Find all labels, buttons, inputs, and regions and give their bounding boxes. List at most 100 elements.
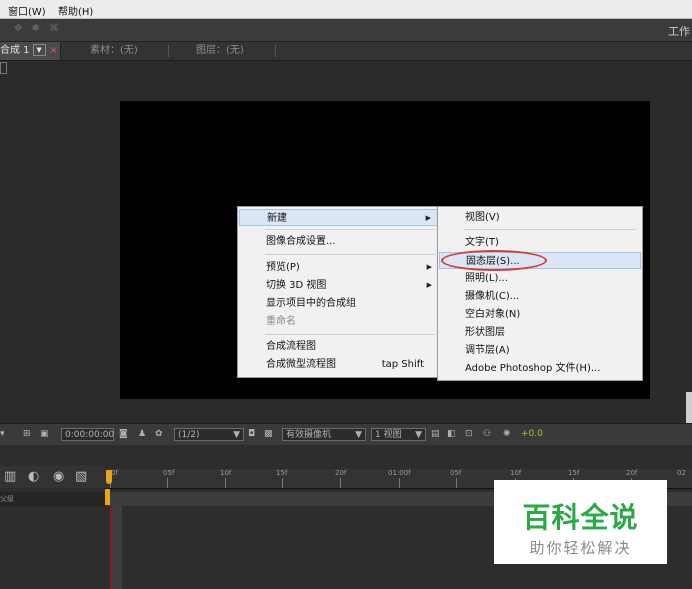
new-submenu: 视图(V) 文字(T) 固态层(S)... 照明(L)... 摄像机(C)...… <box>437 206 643 381</box>
views-value: 1 视图 <box>375 430 402 440</box>
chevron-down-icon[interactable]: ▾ <box>0 428 5 441</box>
chevron-down-icon: ▼ <box>233 430 240 440</box>
flowchart-icon[interactable]: ⚇ <box>483 428 491 441</box>
chevron-down-icon: ▼ <box>415 430 422 440</box>
draft-3d-icon[interactable]: ▥ <box>4 469 16 484</box>
ruler-label: 01:00f <box>388 469 411 477</box>
submenu-arrow-icon: ▶ <box>426 281 432 289</box>
menu-separator <box>265 254 435 255</box>
menu-item-label: 重命名 <box>266 316 296 327</box>
menu-separator <box>464 229 636 230</box>
region-icon[interactable]: ▣ <box>40 428 49 441</box>
menu-item-comp-settings[interactable]: 图像合成设置... <box>239 233 438 250</box>
watermark-subtitle: 助你轻松解决 <box>529 539 632 557</box>
watermark-logo: 百科全说 助你轻松解决 <box>494 480 667 564</box>
motion-blur-icon[interactable]: ◐ <box>28 469 39 484</box>
toolbar: ✥ ✱ ⌘ 工作 <box>0 19 692 42</box>
submenu-item-light[interactable]: 照明(L)... <box>439 270 641 287</box>
ruler-label: 05f <box>163 469 175 477</box>
ruler-label: 10f <box>220 469 232 477</box>
timecode-display[interactable]: 0:00:00:00 <box>61 428 114 441</box>
camera-value: 有效摄像机 <box>286 430 332 440</box>
menu-help[interactable]: 帮助(H) <box>58 3 93 18</box>
submenu-arrow-icon: ▶ <box>425 214 431 222</box>
resolution-value: (1/2) <box>178 430 200 440</box>
timeline-tools: ▥ ◐ ◉ ▧ <box>0 466 105 488</box>
menu-item-new[interactable]: 新建 ▶ <box>239 209 438 226</box>
ruler-label: 20f <box>626 469 638 477</box>
snapshot-camera-icon[interactable]: ◙ <box>119 428 128 441</box>
color-channels-icon[interactable]: ✿ <box>155 428 163 441</box>
menu-window[interactable]: 窗口(W) <box>8 3 46 18</box>
show-snapshot-icon[interactable]: ♟ <box>138 428 146 441</box>
camera-select[interactable]: 有效摄像机 ▼ <box>282 428 366 441</box>
grid-icon[interactable]: ⊞ <box>23 428 31 441</box>
menu-item-switch-3d[interactable]: 切换 3D 视图 ▶ <box>239 277 438 294</box>
parent-column-header: 父级 <box>0 492 105 506</box>
workspace-label[interactable]: 工作 <box>668 23 690 39</box>
ruler-tick <box>282 478 283 488</box>
tab-layer[interactable]: 图层：(无) <box>196 42 244 60</box>
menu-item-reveal-comp[interactable]: 显示项目中的合成组 <box>239 295 438 312</box>
tool-icons[interactable]: ✥ ✱ ⌘ <box>14 23 62 34</box>
timeline-icon[interactable]: ⊡ <box>465 428 473 441</box>
ruler-label: 15f <box>276 469 288 477</box>
watermark-title: 百科全说 <box>522 501 639 534</box>
submenu-item-viewer[interactable]: 视图(V) <box>439 209 641 226</box>
menu-item-preview[interactable]: 预览(P) ▶ <box>239 259 438 276</box>
chevron-down-icon[interactable]: ▼ <box>32 44 46 56</box>
menu-item-rename: 重命名 <box>239 313 438 330</box>
ruler-label: 05f <box>450 469 462 477</box>
menu-item-mini-flowchart[interactable]: 合成微型流程图 tap Shift <box>239 356 438 373</box>
viewer-toggle-button[interactable] <box>0 62 7 74</box>
tab-composition-label: 合成 1 <box>0 45 30 56</box>
parent-column-label: 父级 <box>0 495 14 503</box>
views-select[interactable]: 1 视图 ▼ <box>371 428 426 441</box>
toggle-pixel-aspect-icon[interactable]: ▤ <box>431 428 440 441</box>
timeline-track <box>112 506 122 589</box>
menu-item-label: 合成流程图 <box>266 341 316 352</box>
menu-item-label: 新建 <box>267 213 287 224</box>
frame-blending-icon[interactable]: ▧ <box>75 469 87 484</box>
exposure-value[interactable]: +0.0 <box>521 428 543 441</box>
graph-editor-icon[interactable]: ◉ <box>53 469 64 484</box>
context-menu: 新建 ▶ 图像合成设置... 预览(P) ▶ 切换 3D 视图 ▶ 显示项目中的合成组… <box>237 206 440 378</box>
chevron-down-icon: ▼ <box>355 430 362 440</box>
menu-shortcut: tap Shift <box>381 359 424 370</box>
tab-divider <box>168 45 169 57</box>
fast-preview-icon[interactable]: ◧ <box>447 428 456 441</box>
submenu-item-null-object[interactable]: 空白对象(N) <box>439 306 641 323</box>
submenu-item-photoshop-file[interactable]: Adobe Photoshop 文件(H)... <box>439 360 641 377</box>
tab-footage[interactable]: 素材：(无) <box>90 42 138 60</box>
transparency-grid-icon[interactable]: ▩ <box>264 428 273 441</box>
work-area-start-handle[interactable] <box>105 489 110 505</box>
menu-item-flowchart[interactable]: 合成流程图 <box>239 338 438 355</box>
submenu-item-text[interactable]: 文字(T) <box>439 234 641 251</box>
exposure-icon[interactable]: ✺ <box>503 428 511 441</box>
menu-separator <box>265 229 435 230</box>
viewer-controls-bar: ▾ ⊞ ▣ 0:00:00:00 ◙ ♟ ✿ (1/2) ▼ ◘ ▩ 有效摄像机 ▼… <box>0 423 692 446</box>
ruler-label: 20f <box>335 469 347 477</box>
ruler-label: 0f <box>111 469 118 477</box>
menu-item-label: 图像合成设置... <box>266 236 336 247</box>
menu-item-label: 切换 3D 视图 <box>266 280 327 291</box>
ruler-label: 15f <box>568 469 580 477</box>
menu-item-label: 显示项目中的合成组 <box>266 298 356 309</box>
submenu-item-camera[interactable]: 摄像机(C)... <box>439 288 641 305</box>
submenu-item-shape-layer[interactable]: 形状图层 <box>439 324 641 341</box>
submenu-item-adjustment-layer[interactable]: 调节层(A) <box>439 342 641 359</box>
current-time-indicator[interactable] <box>110 506 112 589</box>
resolution-select[interactable]: (1/2) ▼ <box>174 428 244 441</box>
ruler-tick <box>399 478 400 488</box>
ruler-tick <box>340 478 341 488</box>
tab-composition[interactable]: 合成 1 ▼ × <box>0 42 61 60</box>
tab-divider <box>275 45 276 57</box>
playhead-marker[interactable] <box>106 470 112 484</box>
ruler-tick <box>167 478 168 488</box>
region-of-interest-icon[interactable]: ◘ <box>248 428 255 441</box>
menu-item-label: 预览(P) <box>266 262 300 273</box>
close-icon[interactable]: × <box>50 45 58 56</box>
ruler-label: 02 <box>677 469 686 477</box>
ruler-tick <box>456 478 457 488</box>
menu-separator <box>265 334 435 335</box>
